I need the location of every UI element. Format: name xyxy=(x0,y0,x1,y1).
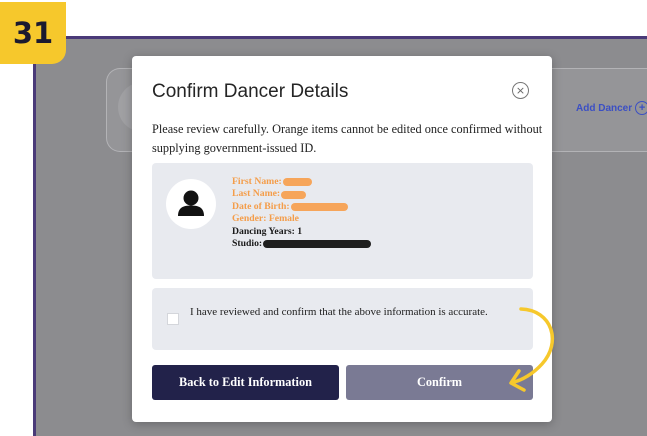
confirm-dancer-modal: Confirm Dancer Details × Please review c… xyxy=(132,56,552,422)
gender-value: Gender: Female xyxy=(232,213,299,225)
confirm-checkbox-label: I have reviewed and confirm that the abo… xyxy=(190,306,488,318)
avatar xyxy=(166,179,216,229)
studio-row: Studio: xyxy=(232,238,372,250)
last-name-label: Last Name: xyxy=(232,188,281,200)
dancer-details: First Name: Last Name: Date of Birth: Ge… xyxy=(232,176,372,250)
back-to-edit-button[interactable]: Back to Edit Information xyxy=(152,365,339,400)
gender-row: Gender: Female xyxy=(232,213,371,225)
redacted-studio xyxy=(263,240,372,249)
person-icon xyxy=(178,190,204,216)
confirm-button[interactable]: Confirm xyxy=(346,365,533,400)
first-name-label: First Name: xyxy=(232,176,282,187)
modal-description: Please review carefully. Orange items ca… xyxy=(152,122,543,155)
redacted-last-name xyxy=(281,190,307,199)
add-dancer-label: Add Dancer xyxy=(576,102,633,114)
modal-title: Confirm Dancer Details xyxy=(152,81,349,102)
redacted-dob xyxy=(290,203,348,212)
dancing-years-row: Dancing Years: 1 xyxy=(232,226,371,238)
dob-label: Date of Birth: xyxy=(232,200,290,212)
confirmation-panel: I have reviewed and confirm that the abo… xyxy=(152,288,533,350)
close-icon[interactable]: × xyxy=(512,82,529,99)
confirm-checkbox[interactable] xyxy=(167,313,179,325)
step-number-badge: 31 xyxy=(0,2,66,64)
dob-row: Date of Birth: xyxy=(232,201,371,213)
studio-label: Studio: xyxy=(232,238,263,250)
dancing-years-value: Dancing Years: 1 xyxy=(232,225,303,237)
redacted-first-name xyxy=(282,178,312,187)
plus-circle-icon: + xyxy=(635,101,647,115)
dancer-details-panel: First Name: Last Name: Date of Birth: Ge… xyxy=(152,163,533,279)
last-name-row: Last Name: xyxy=(232,188,371,200)
add-dancer-link[interactable]: Add Dancer + xyxy=(576,101,647,115)
first-name-row: First Name: xyxy=(232,176,371,188)
